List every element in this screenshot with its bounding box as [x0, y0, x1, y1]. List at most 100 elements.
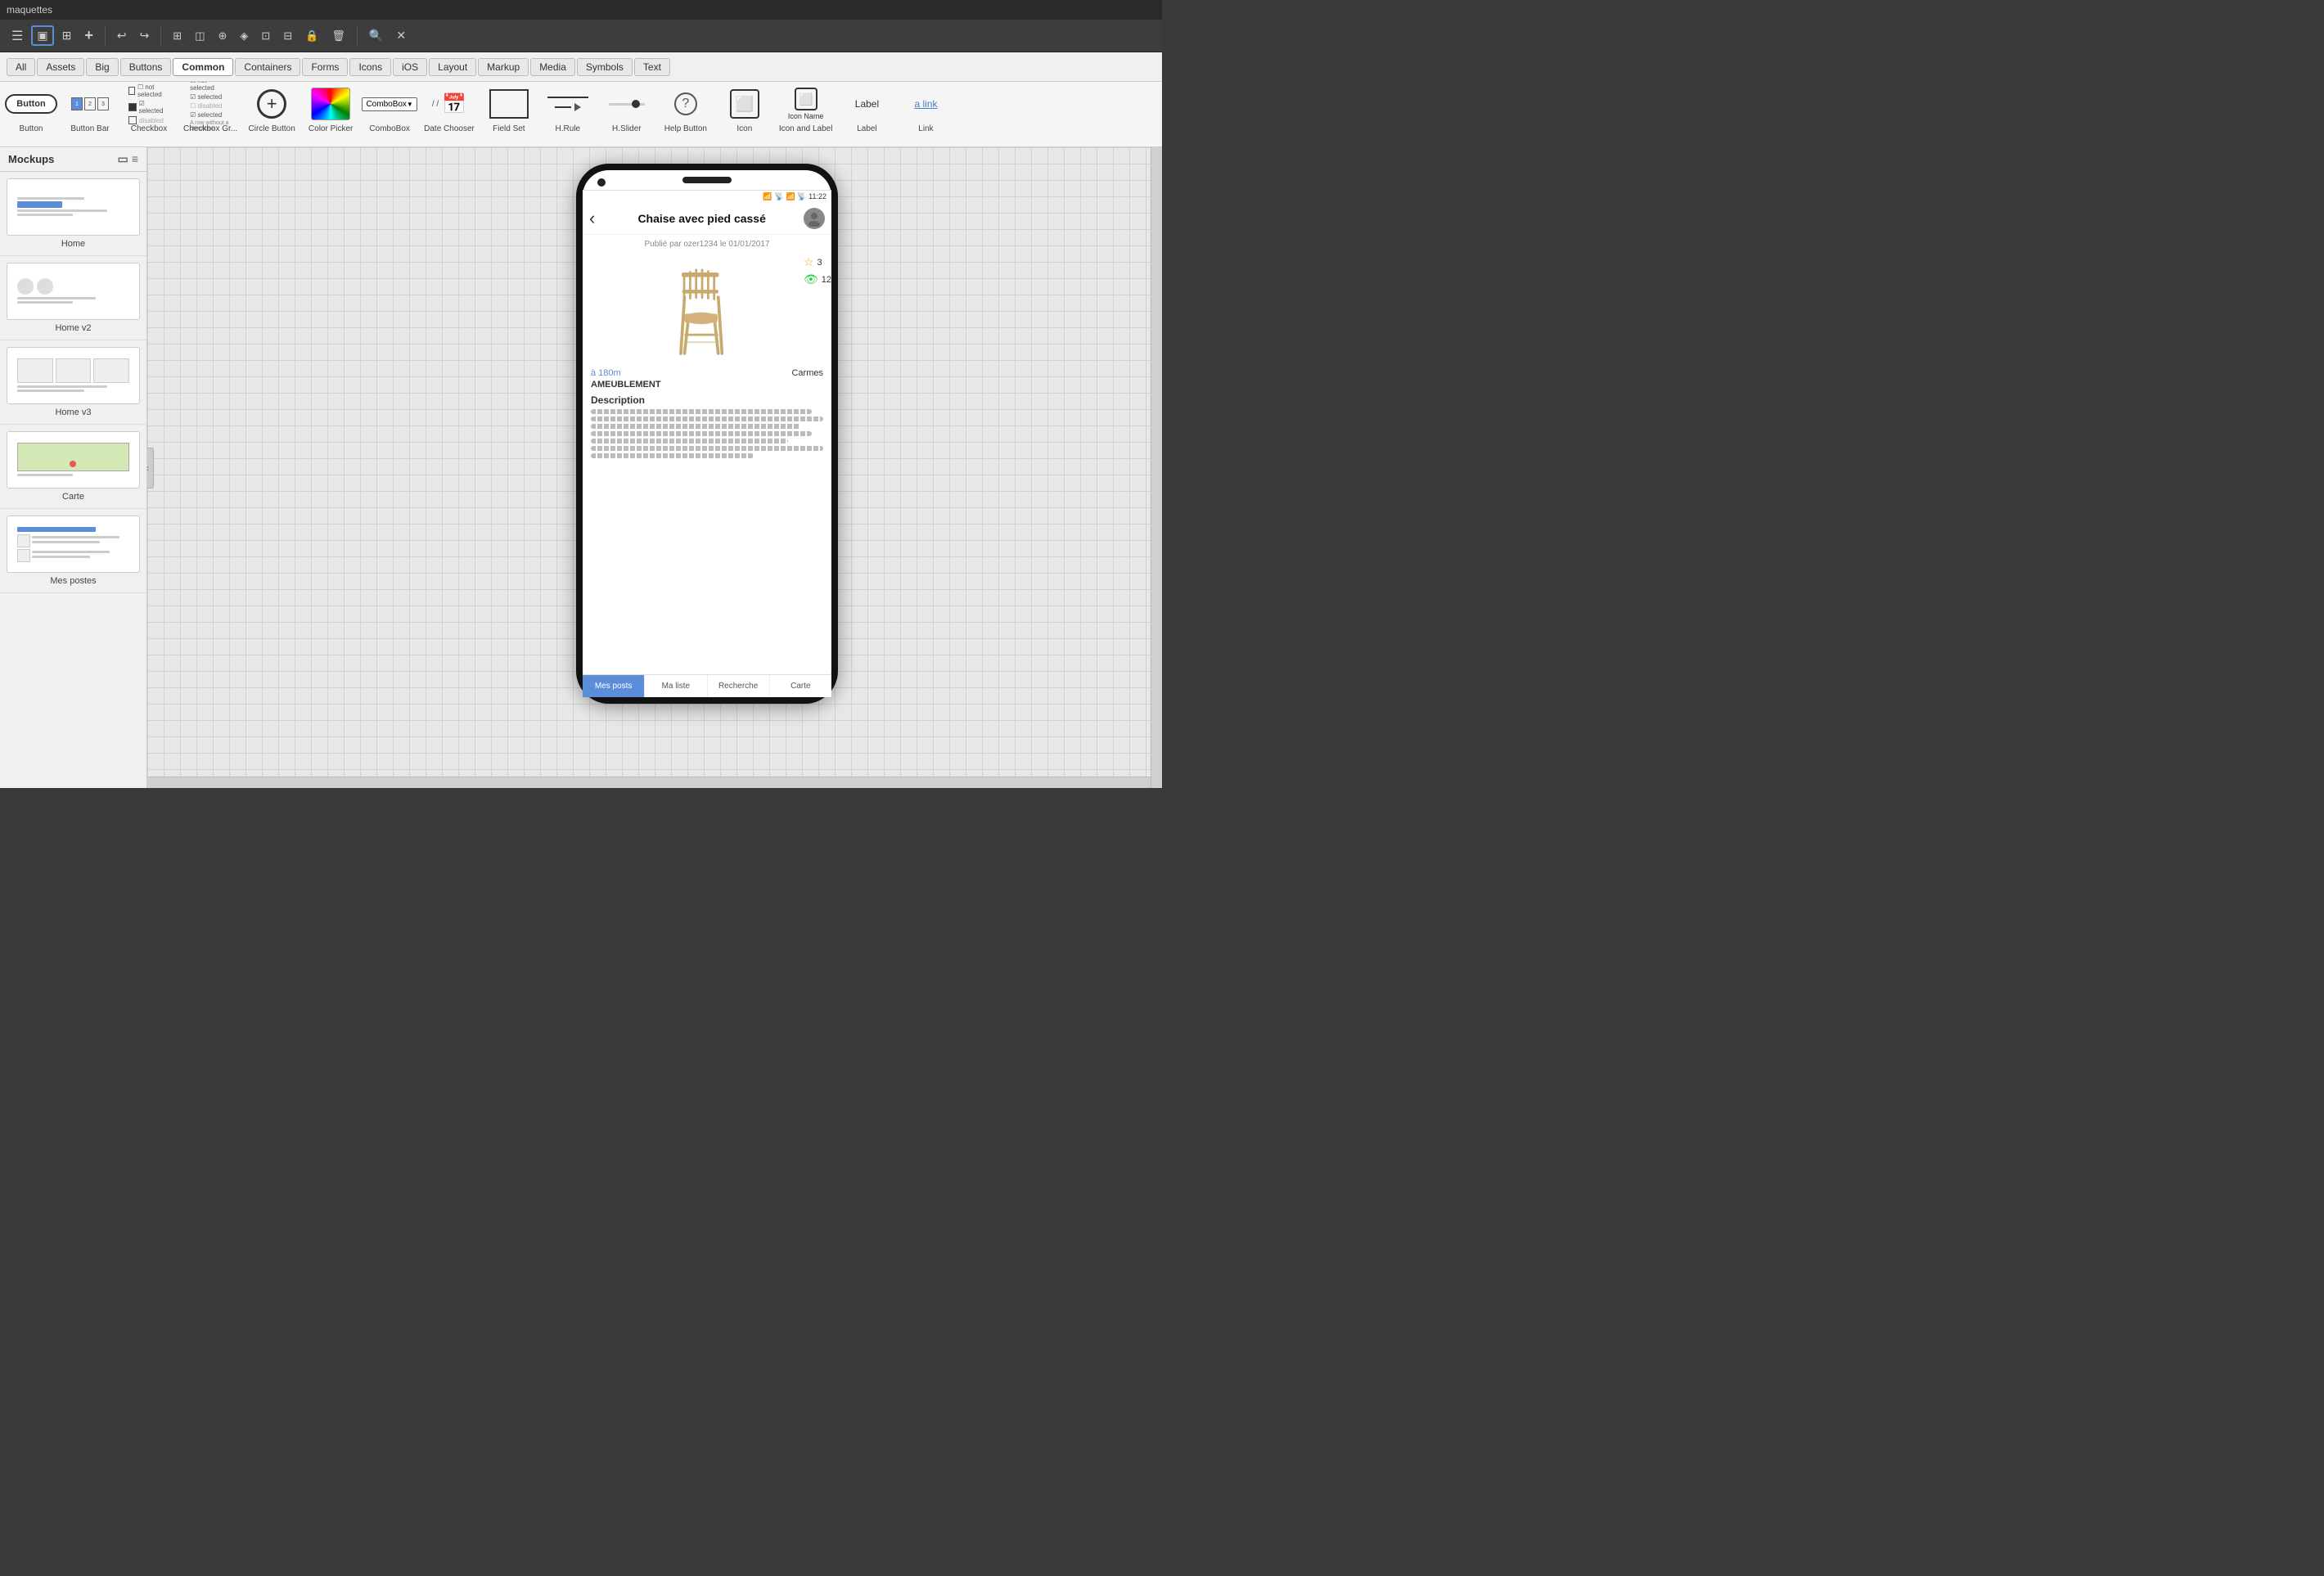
item-image	[658, 255, 756, 362]
tool-6[interactable]: ⊟	[278, 26, 297, 46]
location-distance[interactable]: à 180m	[591, 368, 621, 378]
sidebar-collapse-tab[interactable]: ‹	[147, 448, 154, 489]
canvas-scroll-bottom[interactable]	[147, 777, 1151, 788]
tab-buttons[interactable]: Buttons	[120, 58, 172, 76]
sidebar-menu-icon[interactable]: ≡	[132, 152, 138, 166]
single-view-button[interactable]: ▣	[31, 25, 53, 46]
button-preview: Button	[5, 94, 56, 114]
eye-icon: 👁	[804, 272, 818, 286]
palette-link[interactable]: a link Link	[901, 85, 950, 133]
phone-device: 📶 📡 📶 📡 11:22 ‹ Chaise avec pied cassé	[576, 164, 838, 704]
palette-icon[interactable]: ⬜ Icon	[720, 85, 769, 133]
palette-date-chooser[interactable]: / / 📅 Date Chooser	[424, 85, 475, 133]
sidebar-title: Mockups	[8, 153, 54, 165]
tool-1[interactable]: ⊞	[168, 26, 187, 46]
canvas-area[interactable]: ‹ 📶 📡 📶 📡 11:22	[147, 147, 1162, 788]
tab-big[interactable]: Big	[86, 58, 118, 76]
palette-button[interactable]: Button Button	[7, 85, 56, 133]
sidebar-label-mes-postes: Mes postes	[7, 576, 140, 586]
tab-forms[interactable]: Forms	[302, 58, 348, 76]
sidebar-label-home-v3: Home v3	[7, 408, 140, 417]
sidebar-header-icons: ▭ ≡	[118, 152, 138, 166]
lock-button[interactable]: 🔒	[300, 26, 323, 46]
sidebar-label-carte: Carte	[7, 492, 140, 502]
circle-button-preview: +	[257, 89, 286, 119]
desc-title: Description	[591, 394, 823, 406]
palette-label-combobox: ComboBox	[369, 124, 409, 133]
tab-ios[interactable]: iOS	[393, 58, 427, 76]
palette-button-bar[interactable]: 1 2 3 Button Bar	[65, 85, 115, 133]
date-chooser-preview: / / 📅	[432, 92, 466, 116]
sidebar-item-home[interactable]: Home	[0, 172, 146, 256]
component-tabs-bar: All Assets Big Buttons Common Containers…	[0, 52, 1162, 82]
wifi-icon: 📶	[763, 192, 772, 201]
palette-label-hrule: H.Rule	[556, 124, 581, 133]
palette-hslider[interactable]: H.Slider	[602, 85, 651, 133]
palette-combobox[interactable]: ComboBox ▼ ComboBox	[365, 85, 414, 133]
byline: Publié par ozer1234 le 01/01/2017	[591, 240, 823, 249]
sidebar-item-home-v2[interactable]: Home v2	[0, 256, 146, 340]
palette-circle-button[interactable]: + Circle Button	[247, 85, 296, 133]
sidebar-item-home-v3[interactable]: Home v3	[0, 340, 146, 425]
tab-text[interactable]: Text	[634, 58, 670, 76]
sidebar-label-home: Home	[7, 239, 140, 249]
palette-label-label: Label	[857, 124, 876, 133]
item-section: ☆ 3 👁 12	[591, 255, 823, 362]
palette-icon-and-label[interactable]: ⬜ Icon Name Icon and Label	[779, 85, 833, 133]
palette-checkbox[interactable]: ☐ not selected ☑ selected disabled Check…	[124, 85, 173, 133]
redo-button[interactable]: ↪	[135, 25, 155, 46]
tool-4[interactable]: ◈	[235, 26, 253, 46]
palette-label-date-chooser: Date Chooser	[424, 124, 475, 133]
palette-label-icon-and-label: Icon and Label	[779, 124, 833, 133]
search-button[interactable]: 🔍	[364, 25, 388, 46]
delete-button[interactable]: 🗑	[327, 26, 350, 46]
checkbox-preview: ☐ not selected ☑ selected disabled	[128, 83, 169, 124]
sidebar-label-home-v2: Home v2	[7, 323, 140, 333]
tool-3[interactable]: ⊕	[214, 26, 232, 46]
toolbar-separator-3	[357, 26, 358, 46]
back-button[interactable]: ‹	[589, 208, 595, 229]
tab-assets[interactable]: Assets	[37, 58, 84, 76]
sidebar-item-carte[interactable]: Carte	[0, 425, 146, 509]
tab-containers[interactable]: Containers	[235, 58, 300, 76]
rating-value: 3	[817, 258, 822, 268]
palette-help-button[interactable]: ? Help Button	[661, 85, 710, 133]
add-button[interactable]: +	[79, 24, 98, 47]
tab-symbols[interactable]: Symbols	[577, 58, 633, 76]
palette-label-field-set: Field Set	[493, 124, 525, 133]
main-layout: Mockups ▭ ≡ Home	[0, 147, 1162, 788]
phone-speaker	[682, 177, 732, 183]
help-button-preview: ?	[674, 92, 697, 115]
palette-label-checkbox: Checkbox	[131, 124, 167, 133]
field-set-preview	[489, 89, 529, 119]
phone-wrapper: 📶 📡 📶 📡 11:22 ‹ Chaise avec pied cassé	[576, 164, 838, 704]
views-value: 12	[822, 275, 831, 285]
palette-hrule[interactable]: H.Rule	[543, 85, 592, 133]
palette-label[interactable]: Label Label	[842, 85, 891, 133]
tool-2[interactable]: ◫	[190, 26, 209, 46]
canvas-scroll-right[interactable]	[1151, 147, 1162, 788]
tab-icons[interactable]: Icons	[349, 58, 391, 76]
sidebar-collapse-icon[interactable]: ▭	[118, 152, 128, 166]
close-button[interactable]: ✕	[391, 25, 411, 46]
tab-common[interactable]: Common	[173, 58, 233, 76]
tab-markup[interactable]: Markup	[478, 58, 529, 76]
sidebar-list: Home Home v2	[0, 172, 146, 788]
tab-layout[interactable]: Layout	[429, 58, 476, 76]
palette-color-picker[interactable]: Color Picker	[306, 85, 355, 133]
undo-button[interactable]: ↩	[112, 25, 132, 46]
tab-media[interactable]: Media	[530, 58, 575, 76]
tool-5[interactable]: ⊡	[256, 26, 275, 46]
tab-all[interactable]: All	[7, 58, 35, 76]
screen-content: Publié par ozer1234 le 01/01/2017	[583, 235, 831, 466]
combobox-preview: ComboBox ▼	[362, 97, 417, 111]
menu-button[interactable]: ☰	[7, 25, 28, 47]
palette-field-set[interactable]: Field Set	[484, 85, 534, 133]
sidebar-item-mes-postes[interactable]: Mes postes	[0, 509, 146, 593]
icon-and-label-preview: ⬜ Icon Name	[788, 88, 824, 120]
palette-checkbox-group[interactable]: ☐ not selected ☑ selected ☐ disabled ☑ s…	[183, 85, 237, 133]
hrule-preview	[547, 97, 588, 111]
link-preview: a link	[914, 98, 937, 110]
grid-view-button[interactable]: ⊞	[57, 25, 77, 46]
palette-label-button-bar: Button Bar	[70, 124, 109, 133]
